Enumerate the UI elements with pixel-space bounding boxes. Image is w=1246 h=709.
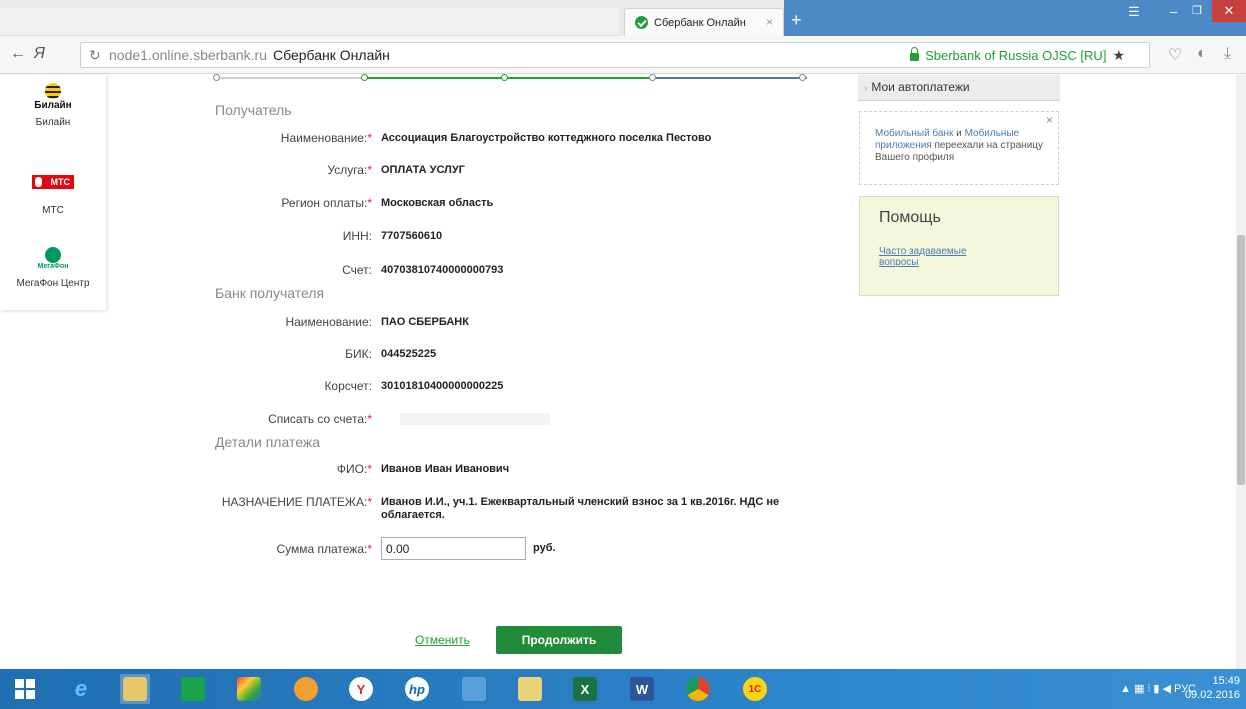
fio-label: ФИО:*	[336, 462, 372, 476]
page-content: Билайн Билайн МТС МТС МегаФон МегаФон Це…	[0, 74, 1246, 669]
reload-icon[interactable]: ↻	[89, 47, 101, 64]
certificate-badge[interactable]: Sberbank of Russia OJSC [RU] ★	[910, 46, 1125, 64]
turbo-icon[interactable]: ◐	[1197, 45, 1207, 63]
address-bar: ← Я ↻ node1.online.sberbank.ru Сбербанк …	[0, 36, 1246, 74]
bank-name-value: ПАО СБЕРБАНК	[381, 316, 469, 328]
scrollbar-thumb[interactable]	[1237, 235, 1245, 485]
mts-logo-icon: МТС	[32, 175, 74, 189]
region-value: Московская область	[381, 197, 494, 209]
service-value: ОПЛАТА УСЛУГ	[381, 164, 465, 176]
continue-button[interactable]: Продолжить	[496, 626, 622, 654]
clock-time: 15:49	[1212, 675, 1240, 687]
remote-desktop-taskbar-icon[interactable]	[459, 674, 489, 704]
provider-name: МегаФон Центр	[16, 278, 90, 289]
amount-input[interactable]	[381, 537, 526, 560]
beeline-logo-text: Билайн	[34, 100, 72, 111]
store-taskbar-icon[interactable]	[178, 674, 208, 704]
recipient-name-label: Наименование:*	[280, 131, 372, 145]
cancel-link[interactable]: Отменить	[415, 633, 470, 647]
word-taskbar-icon[interactable]: W	[627, 674, 657, 704]
browser-tab-sberbank[interactable]: Сбербанк Онлайн ×	[624, 8, 784, 36]
downloads-icon[interactable]: ⤓	[1224, 45, 1231, 63]
hp-taskbar-icon[interactable]: hp	[402, 674, 432, 704]
taskbar-clock[interactable]: 15:49 09.02.2016	[1185, 674, 1240, 702]
faq-link[interactable]: Часто задаваемые вопросы	[879, 246, 999, 268]
mobile-bank-link[interactable]: Мобильный банк	[875, 128, 953, 139]
url-host: node1.online.sberbank.ru	[109, 47, 268, 63]
protect-shield-icon[interactable]: ♡	[1168, 45, 1182, 65]
yandex-logo-icon[interactable]: Я	[34, 45, 45, 63]
my-autopayments-link[interactable]: › Мои автоплатежи	[858, 75, 1060, 101]
windows-logo-icon	[15, 679, 35, 699]
mobile-bank-notice: × Мобильный банк и Мобильные приложения …	[859, 111, 1059, 185]
page-scrollbar[interactable]	[1236, 75, 1246, 669]
progress-step	[501, 74, 508, 81]
account-label: Счет:	[342, 263, 372, 277]
autopay-label: Мои автоплатежи	[871, 80, 970, 94]
fio-value: Иванов Иван Иванович	[381, 463, 510, 475]
bank-name-label: Наименование:	[285, 315, 372, 329]
megafon-logo-icon	[45, 247, 61, 263]
windows-taskbar: e Y hp X W 1С ▲ ▦ ⫶ ▮ ◀ РУС 15:49 09.02.…	[0, 669, 1246, 709]
certificate-text: Sberbank of Russia OJSC [RU]	[925, 48, 1107, 63]
paint-taskbar-icon[interactable]	[234, 674, 264, 704]
provider-name: Билайн	[35, 117, 71, 128]
beeline-logo-icon	[35, 83, 71, 99]
account-value: 40703810740000000793	[381, 264, 504, 276]
progress-step	[361, 74, 368, 81]
help-panel: Помощь Часто задаваемые вопросы	[859, 196, 1059, 296]
progress-step	[799, 74, 806, 81]
window-close-button[interactable]: ✕	[1212, 0, 1246, 22]
section-bank-title: Банк получателя	[215, 285, 325, 301]
back-arrow-icon[interactable]: ←	[10, 45, 26, 63]
browser-menu-icon[interactable]: ☰	[1128, 4, 1140, 20]
bik-label: БИК:	[345, 347, 372, 361]
debit-account-select[interactable]	[400, 413, 550, 425]
explorer-taskbar-icon[interactable]	[120, 674, 150, 704]
section-recipient-title: Получатель	[215, 102, 292, 118]
recipient-name-value: Ассоциация Благоустройство коттеджного п…	[381, 132, 712, 144]
tab-close-icon[interactable]: ×	[766, 15, 773, 29]
restore-icon[interactable]: ❐	[1192, 4, 1202, 17]
excel-taskbar-icon[interactable]: X	[570, 674, 600, 704]
service-label: Услуга:*	[327, 163, 372, 177]
inn-label: ИНН:	[342, 229, 372, 243]
payment-progress	[213, 74, 807, 81]
purpose-value: Иванов И.И., уч.1. Ежеквартальный членск…	[381, 496, 780, 521]
progress-step	[649, 74, 656, 81]
provider-beeline[interactable]: Билайн Билайн	[0, 83, 106, 128]
region-label: Регион оплаты:*	[281, 196, 372, 210]
close-icon[interactable]: ×	[1046, 114, 1053, 126]
ie-taskbar-icon[interactable]: e	[66, 674, 96, 704]
new-tab-button[interactable]: +	[791, 10, 802, 31]
currency-label: руб.	[533, 542, 556, 554]
help-title: Помощь	[879, 209, 941, 226]
notes-taskbar-icon[interactable]	[515, 674, 545, 704]
corr-account-value: 30101810400000000225	[381, 380, 504, 392]
tab-title: Сбербанк Онлайн	[654, 16, 746, 29]
amount-label: Сумма платежа:*	[276, 542, 372, 556]
inn-value: 7707560610	[381, 230, 443, 242]
chrome-taskbar-icon[interactable]	[683, 674, 713, 704]
progress-step	[213, 74, 220, 81]
lock-icon	[910, 46, 920, 61]
section-details-title: Детали платежа	[215, 434, 320, 450]
tabstrip-empty	[0, 8, 618, 36]
start-button[interactable]	[10, 674, 40, 704]
corr-account-label: Корсчет:	[324, 379, 372, 393]
sberbank-favicon-icon	[635, 16, 648, 29]
purpose-label: НАЗНАЧЕНИЕ ПЛАТЕЖА:*	[221, 495, 372, 509]
clock-date: 09.02.2016	[1184, 689, 1240, 701]
bik-value: 044525225	[381, 348, 437, 360]
chevron-right-icon: ›	[864, 83, 868, 94]
yandex-browser-taskbar-icon[interactable]: Y	[346, 674, 376, 704]
browser-titlebar: Сбербанк Онлайн × + ☰ – ❐ ✕	[0, 0, 1246, 36]
media-taskbar-icon[interactable]	[291, 674, 321, 704]
url-page-title: Сбербанк Онлайн	[273, 47, 390, 63]
bookmark-star-icon[interactable]: ★	[1112, 47, 1125, 64]
url-field[interactable]: ↻ node1.online.sberbank.ru Сбербанк Онла…	[80, 42, 1150, 68]
minimize-icon[interactable]: –	[1170, 4, 1177, 19]
debit-account-label: Списать со счета:*	[268, 412, 372, 426]
1c-taskbar-icon[interactable]: 1С	[740, 674, 770, 704]
